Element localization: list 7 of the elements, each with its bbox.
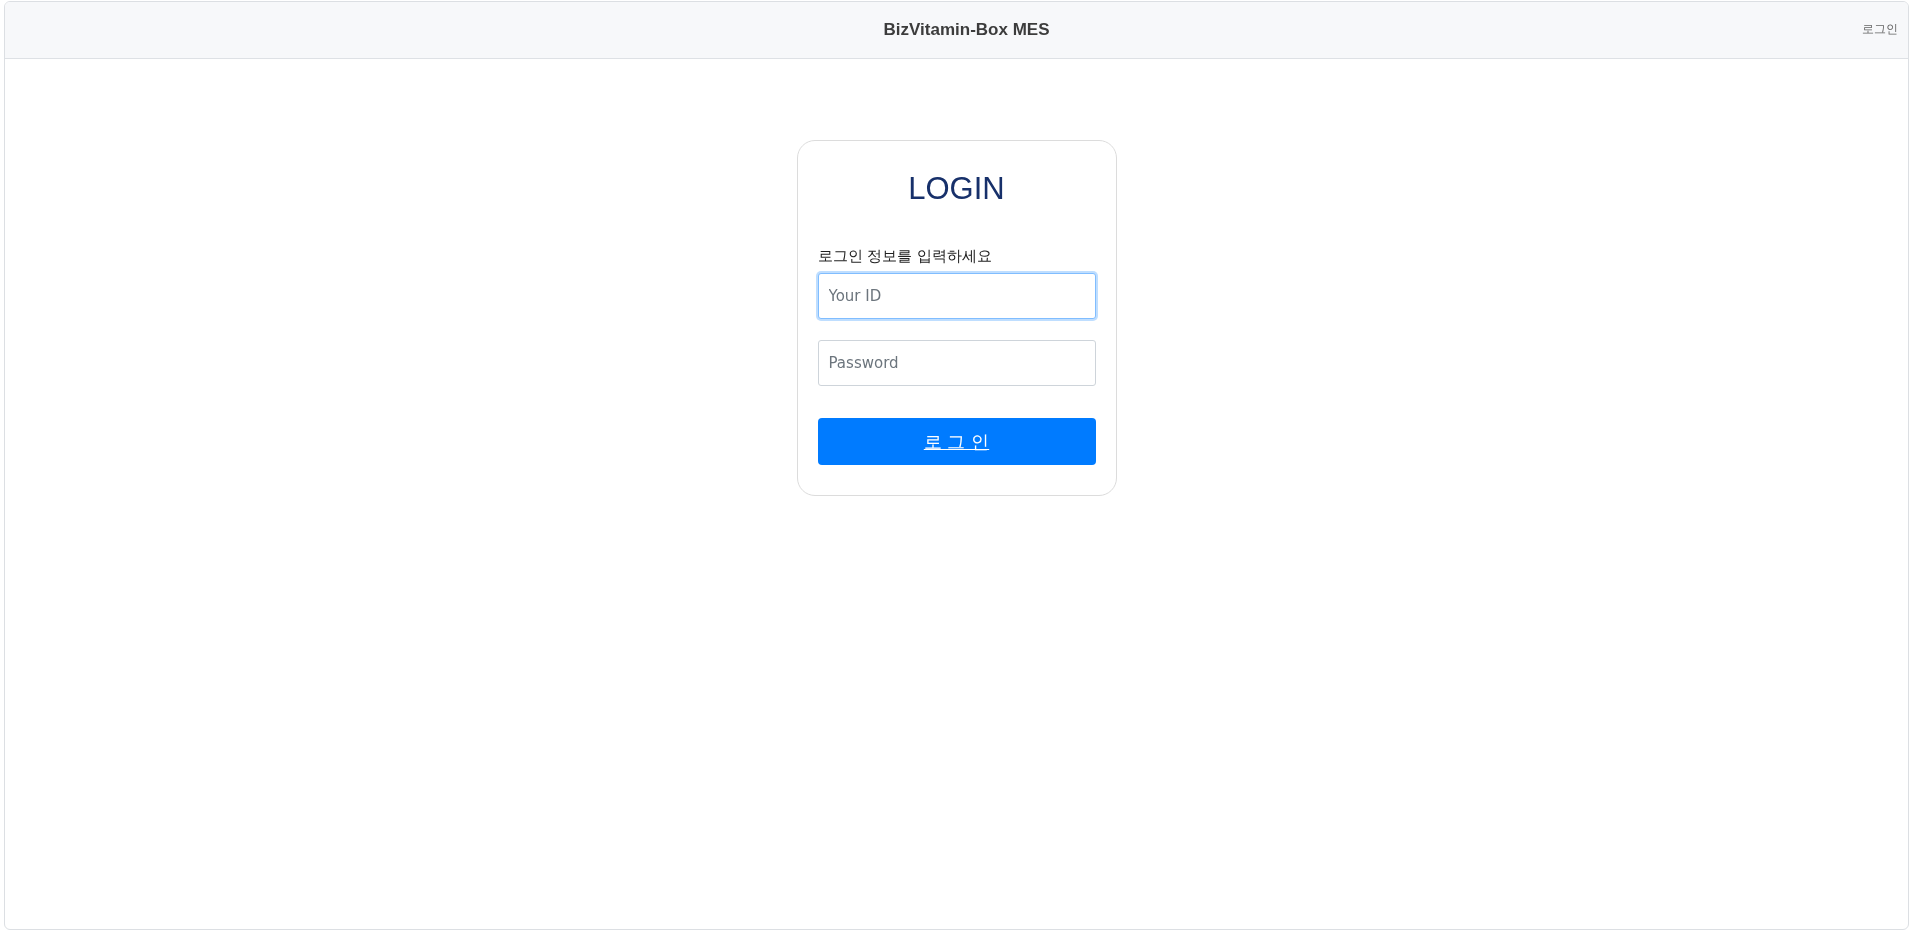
- login-link[interactable]: 로그인: [1862, 21, 1898, 38]
- login-prompt: 로그인 정보를 입력하세요: [817, 247, 994, 266]
- id-field[interactable]: Your ID: [817, 273, 1096, 319]
- login-title: LOGIN: [907, 171, 1006, 207]
- password-field[interactable]: Password: [817, 340, 1096, 386]
- app-title: BizVitamin-Box MES: [883, 20, 1050, 40]
- login-button[interactable]: 로 그 인: [817, 418, 1096, 465]
